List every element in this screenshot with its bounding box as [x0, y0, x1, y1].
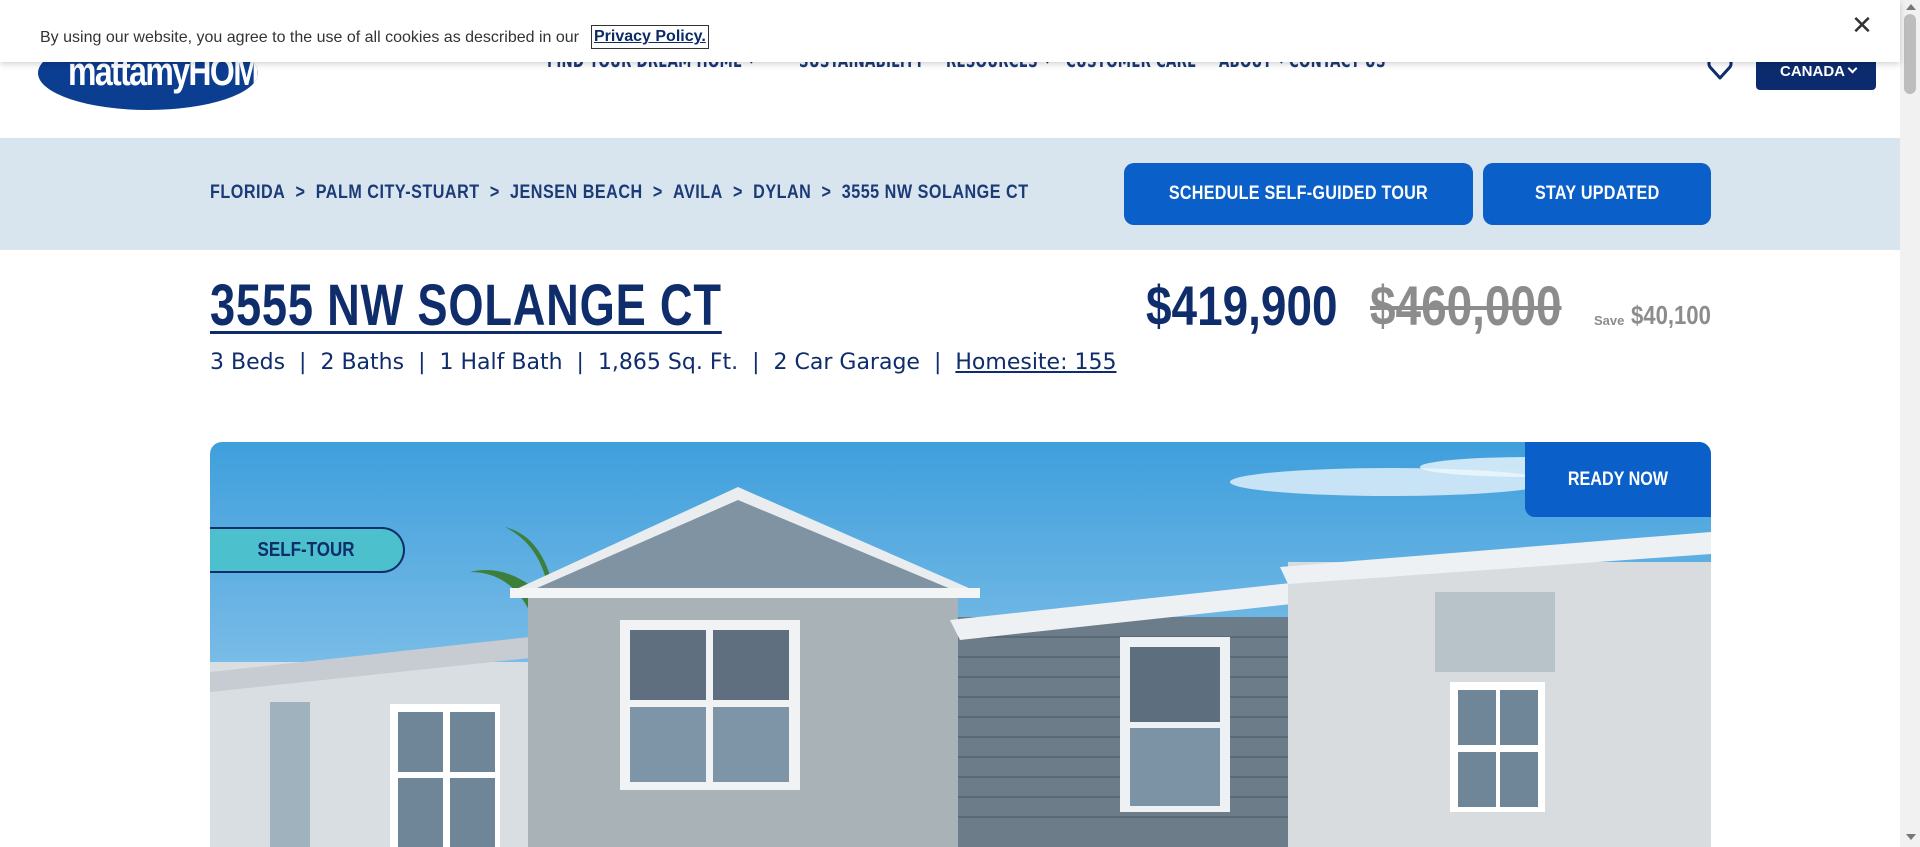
country-label: CANADA: [1780, 62, 1845, 80]
spec-sqft: 1,865 Sq. Ft.: [597, 350, 739, 375]
scrollbar-thumb[interactable]: [1904, 14, 1916, 94]
breadcrumb-florida[interactable]: FLORIDA: [210, 182, 285, 204]
breadcrumb-jensen-beach[interactable]: JENSEN BEACH: [510, 182, 643, 204]
breadcrumb-palm-city-stuart[interactable]: PALM CITY-STUART: [316, 182, 480, 204]
current-price: $419,900: [1146, 274, 1338, 337]
breadcrumb-separator: >: [821, 182, 832, 203]
spec-separator: |: [752, 350, 760, 375]
page-scrollbar[interactable]: [1900, 0, 1920, 847]
chevron-down-icon: [1847, 63, 1858, 73]
breadcrumb-separator: >: [652, 182, 663, 203]
breadcrumb-separator: >: [489, 182, 500, 203]
save-label: Save: [1594, 313, 1625, 328]
breadcrumb-separator: >: [733, 182, 743, 203]
spec-beds: 3 Beds: [210, 350, 286, 375]
homesite-link[interactable]: Homesite: 155: [955, 350, 1116, 375]
spec-half-bath: 1 Half Bath: [439, 350, 563, 375]
spec-separator: |: [299, 350, 307, 375]
schedule-tour-button[interactable]: SCHEDULE SELF-GUIDED TOUR: [1124, 163, 1473, 225]
spec-separator: |: [576, 350, 584, 375]
breadcrumb-avila[interactable]: AVILA: [673, 182, 723, 204]
breadcrumb-current: 3555 NW SOLANGE CT: [841, 182, 1029, 203]
breadcrumb: FLORIDA > PALM CITY-STUART > JENSEN BEAC…: [210, 182, 1029, 204]
home-rendering-image[interactable]: [210, 442, 1711, 847]
close-icon[interactable]: ✕: [1850, 13, 1874, 39]
scroll-up-arrow-icon[interactable]: [1906, 4, 1916, 10]
listing-title[interactable]: 3555 NW SOLANGE CT: [210, 272, 722, 339]
cookie-banner: By using our website, you agree to the u…: [0, 0, 1900, 62]
self-tour-badge: SELF-TOUR: [210, 527, 405, 573]
self-tour-label: SELF-TOUR: [258, 538, 355, 561]
spec-separator: |: [933, 350, 942, 375]
original-price: $460,000: [1370, 274, 1562, 337]
listing-specs: 3 Beds | 2 Baths | 1 Half Bath | 1,865 S…: [210, 350, 1117, 375]
save-amount: $40,100: [1631, 300, 1711, 330]
spec-baths: 2 Baths: [320, 350, 405, 375]
ready-now-label: READY NOW: [1567, 468, 1669, 490]
breadcrumb-dylan[interactable]: DYLAN: [753, 182, 811, 204]
schedule-tour-label: SCHEDULE SELF-GUIDED TOUR: [1168, 183, 1429, 204]
cookie-text: By using our website, you agree to the u…: [40, 29, 579, 46]
ready-now-badge: READY NOW: [1525, 442, 1711, 517]
scroll-down-arrow-icon[interactable]: [1906, 834, 1916, 840]
spec-garage: 2 Car Garage: [773, 350, 920, 375]
privacy-policy-link[interactable]: Privacy Policy.: [591, 25, 709, 49]
stay-updated-button[interactable]: STAY UPDATED: [1483, 163, 1711, 225]
stay-updated-label: STAY UPDATED: [1534, 183, 1660, 204]
breadcrumb-separator: >: [295, 182, 306, 203]
spec-separator: |: [418, 350, 426, 375]
